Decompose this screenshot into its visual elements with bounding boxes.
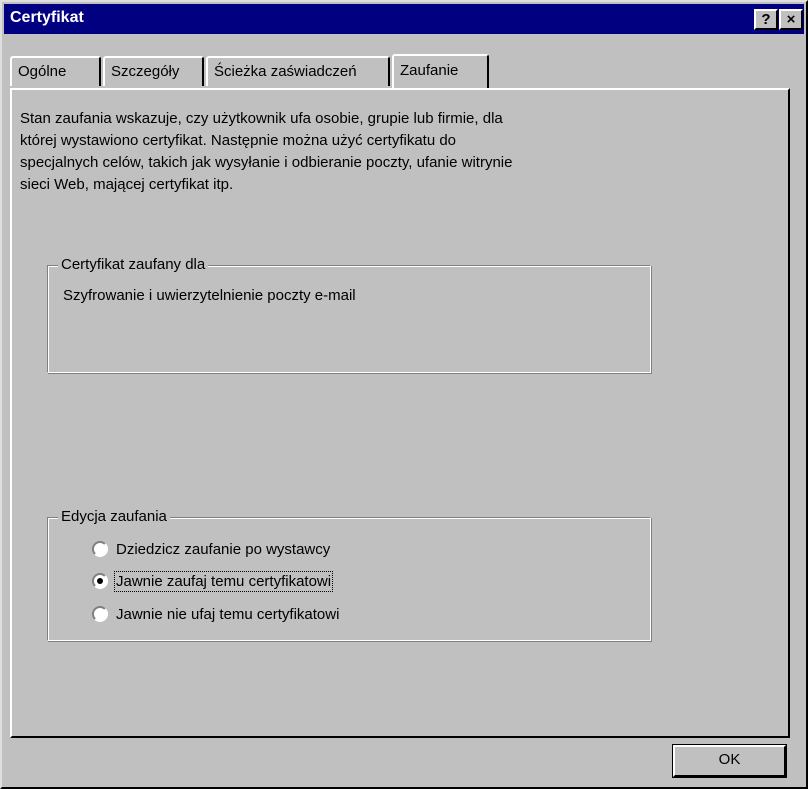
tab-certification-path[interactable]: Ścieżka zaświadczeń <box>206 56 390 86</box>
description-line: sieci Web, mającej certyfikat itp. <box>20 176 234 193</box>
radio-explicit-trust-circle[interactable] <box>92 573 108 589</box>
window-title: Certyfikat <box>10 9 84 26</box>
tab-trust[interactable]: Zaufanie <box>392 54 489 88</box>
description-line: Stan zaufania wskazuje, czy użytkownik u… <box>20 110 503 127</box>
description-line: której wystawiono certyfikat. Następnie … <box>20 132 457 149</box>
radio-inherit-trust-label[interactable]: Dziedzicz zaufanie po wystawcy <box>116 541 330 558</box>
description-line: specjalnych celów, takich jak wysyłanie … <box>20 154 513 171</box>
radio-explicit-trust[interactable]: Jawnie zaufaj temu certyfikatowi <box>92 570 334 592</box>
trusted-purpose-item: Szyfrowanie i uwierzytelnienie poczty e-… <box>63 287 356 304</box>
help-button[interactable]: ? <box>754 9 778 30</box>
radio-explicit-trust-label[interactable]: Jawnie zaufaj temu certyfikatowi <box>113 570 334 592</box>
trusted-for-title: Certyfikat zaufany dla <box>58 256 209 273</box>
radio-explicit-distrust-circle[interactable] <box>92 606 108 622</box>
tab-general[interactable]: Ogólne <box>10 56 101 86</box>
close-button[interactable]: × <box>779 9 803 30</box>
radio-explicit-distrust-label[interactable]: Jawnie nie ufaj temu certyfikatowi <box>116 606 339 623</box>
radio-explicit-distrust[interactable]: Jawnie nie ufaj temu certyfikatowi <box>92 603 339 625</box>
trust-edit-title: Edycja zaufania <box>58 508 170 525</box>
trust-description: Stan zaufania wskazuje, czy użytkownik u… <box>20 108 640 196</box>
radio-inherit-trust[interactable]: Dziedzicz zaufanie po wystawcy <box>92 538 330 560</box>
radio-inherit-trust-circle[interactable] <box>92 541 108 557</box>
trusted-for-group <box>47 265 651 373</box>
tab-details[interactable]: Szczegóły <box>103 56 204 86</box>
ok-button[interactable]: OK <box>673 745 786 777</box>
title-bar: Certyfikat ? × <box>4 4 804 34</box>
